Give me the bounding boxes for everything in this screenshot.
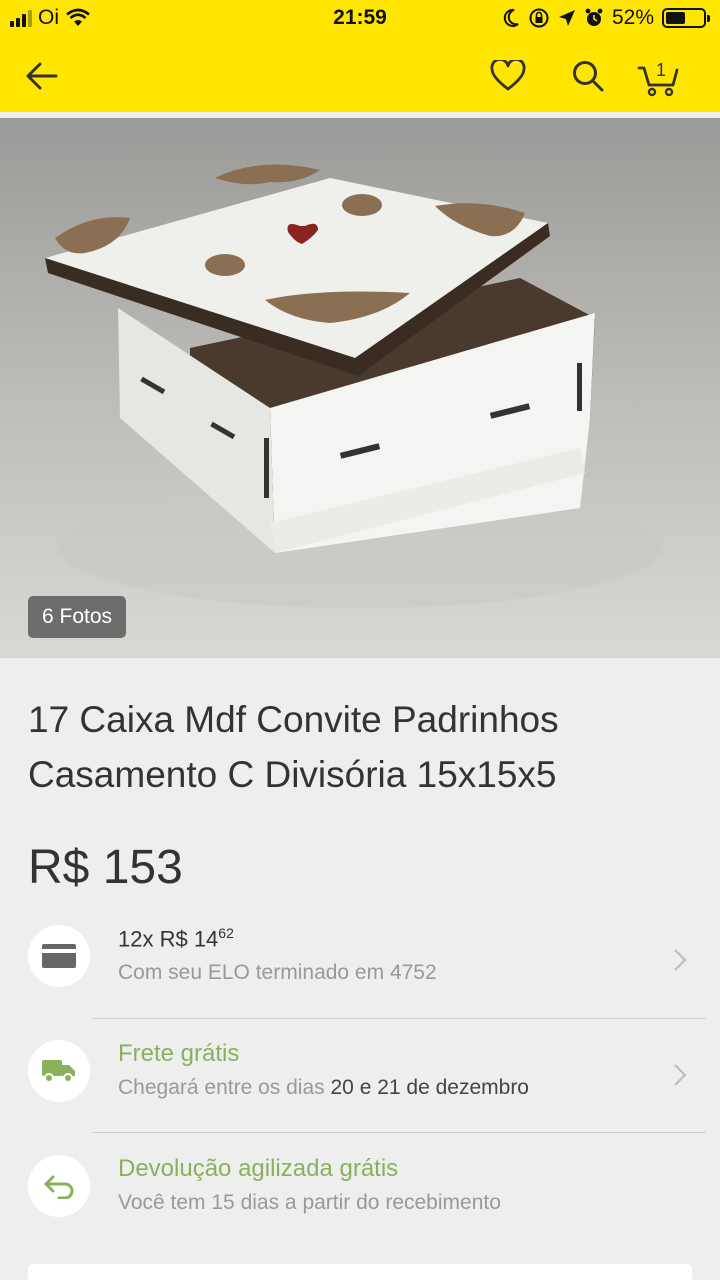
favorite-button[interactable] bbox=[482, 50, 534, 102]
returns-detail: Você tem 15 dias a partir do recebimento bbox=[118, 1191, 501, 1214]
back-button[interactable] bbox=[16, 50, 68, 102]
battery-icon bbox=[662, 8, 710, 28]
shipping-and: e bbox=[359, 1076, 372, 1099]
cart-count: 1 bbox=[656, 60, 666, 80]
chevron-right-icon bbox=[674, 1064, 687, 1086]
shipping-row[interactable]: Frete grátis Chegará entre os dias 20 e … bbox=[0, 1030, 720, 1130]
nav-bar: 1 bbox=[0, 40, 720, 112]
installments-row[interactable]: 12x R$ 1462 Com seu ELO terminado em 475… bbox=[0, 915, 720, 1015]
battery-fill bbox=[666, 12, 685, 24]
installments-cents: 62 bbox=[218, 925, 234, 941]
status-bar: Oi 21:59 52% bbox=[0, 0, 720, 40]
credit-card-icon bbox=[42, 944, 76, 968]
installments-detail: Com seu ELO terminado em 4752 bbox=[118, 961, 437, 984]
cart-button[interactable]: 1 bbox=[632, 50, 684, 102]
search-button[interactable] bbox=[562, 50, 614, 102]
shipping-day-end: 21 de dezembro bbox=[377, 1076, 529, 1099]
returns-icon-circle bbox=[28, 1155, 90, 1217]
truck-icon bbox=[42, 1060, 75, 1083]
shipping-icon-circle bbox=[28, 1040, 90, 1102]
search-icon bbox=[573, 61, 604, 92]
cart-icon: 1 bbox=[637, 60, 679, 97]
arrow-left-icon bbox=[26, 62, 58, 90]
shipping-detail: Chegará entre os dias 20 e 21 de dezembr… bbox=[118, 1076, 529, 1100]
chevron-right-icon bbox=[674, 949, 687, 971]
return-arrow-icon bbox=[44, 1175, 74, 1199]
shipping-label: Frete grátis bbox=[118, 1040, 240, 1067]
product-price: R$ 153 bbox=[28, 841, 183, 894]
location-icon bbox=[558, 10, 575, 26]
shipping-day-start: 20 bbox=[330, 1076, 354, 1099]
photo-count-badge[interactable]: 6 Fotos bbox=[28, 596, 127, 638]
product-info: 17 Caixa Mdf Convite Padrinhos Casamento… bbox=[0, 660, 720, 1280]
box-image bbox=[45, 164, 660, 608]
alarm-icon bbox=[585, 8, 603, 26]
installments-label: 12x R$ 1462 bbox=[118, 925, 234, 952]
rotation-lock-icon bbox=[529, 8, 549, 28]
returns-label: Devolução agilizada grátis bbox=[118, 1155, 399, 1182]
app-header: Oi 21:59 52% 1 bbox=[0, 0, 720, 112]
product-photo[interactable] bbox=[0, 118, 720, 658]
moon-icon bbox=[503, 8, 519, 27]
status-right: 52% bbox=[502, 6, 710, 30]
next-card bbox=[28, 1264, 692, 1280]
product-title: 17 Caixa Mdf Convite Padrinhos Casamento… bbox=[28, 699, 559, 795]
shipping-detail-prefix: Chegará entre os dias bbox=[118, 1076, 325, 1099]
divider bbox=[92, 1018, 706, 1019]
returns-row[interactable]: Devolução agilizada grátis Você tem 15 d… bbox=[0, 1145, 720, 1245]
divider bbox=[92, 1132, 706, 1133]
battery-percent: 52% bbox=[611, 6, 654, 29]
heart-icon bbox=[490, 60, 526, 91]
installments-icon-circle bbox=[28, 925, 90, 987]
installments-amount: 12x R$ 14 bbox=[118, 926, 219, 952]
